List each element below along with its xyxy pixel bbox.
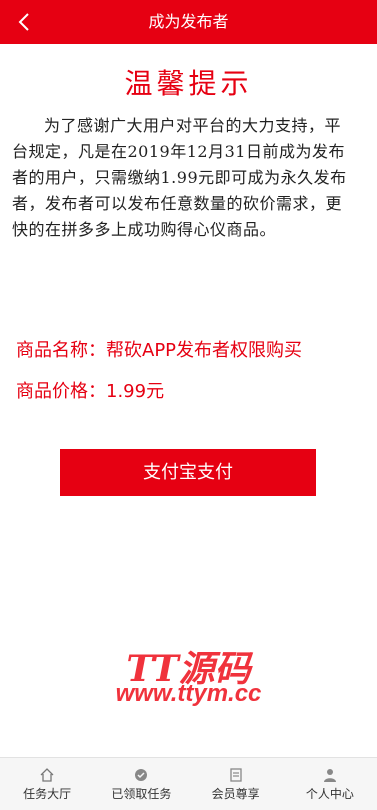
- tab-received-tasks[interactable]: 已领取任务: [94, 758, 188, 810]
- home-icon: [40, 767, 54, 782]
- tab-label: 已领取任务: [111, 786, 172, 801]
- watermark-url: www.ttym.cc: [115, 680, 262, 707]
- product-name-value: 帮砍APP发布者权限购买: [106, 340, 303, 361]
- task-icon: [135, 768, 148, 781]
- bottom-tab-bar: 任务大厅 已领取任务 会员尊享 个人中心: [0, 757, 377, 810]
- notice-title: 温馨提示: [124, 67, 253, 100]
- tab-label: 任务大厅: [23, 786, 72, 801]
- product-price-label: 商品价格：: [16, 381, 106, 402]
- alipay-pay-button[interactable]: 支付宝支付: [60, 449, 316, 496]
- notice-body: 为了感谢广大用户对平台的大力支持，平台规定，凡是在2019年12月31日前成为发…: [12, 116, 347, 239]
- top-bar: 成为发布者: [0, 0, 377, 44]
- product-price-value: 1.99元: [106, 381, 165, 402]
- user-icon: [323, 768, 336, 782]
- member-icon: [229, 767, 242, 782]
- product-price-row: 商品价格：1.99元: [16, 377, 164, 403]
- product-name-row: 商品名称：帮砍APP发布者权限购买: [16, 336, 302, 362]
- tab-label: 会员尊享: [211, 786, 260, 801]
- tab-member[interactable]: 会员尊享: [189, 758, 283, 810]
- tab-task-hall[interactable]: 任务大厅: [0, 758, 94, 810]
- product-name-label: 商品名称：: [16, 340, 106, 361]
- tab-profile[interactable]: 个人中心: [283, 758, 377, 810]
- page-title: 成为发布者: [148, 12, 229, 31]
- tab-label: 个人中心: [305, 786, 354, 801]
